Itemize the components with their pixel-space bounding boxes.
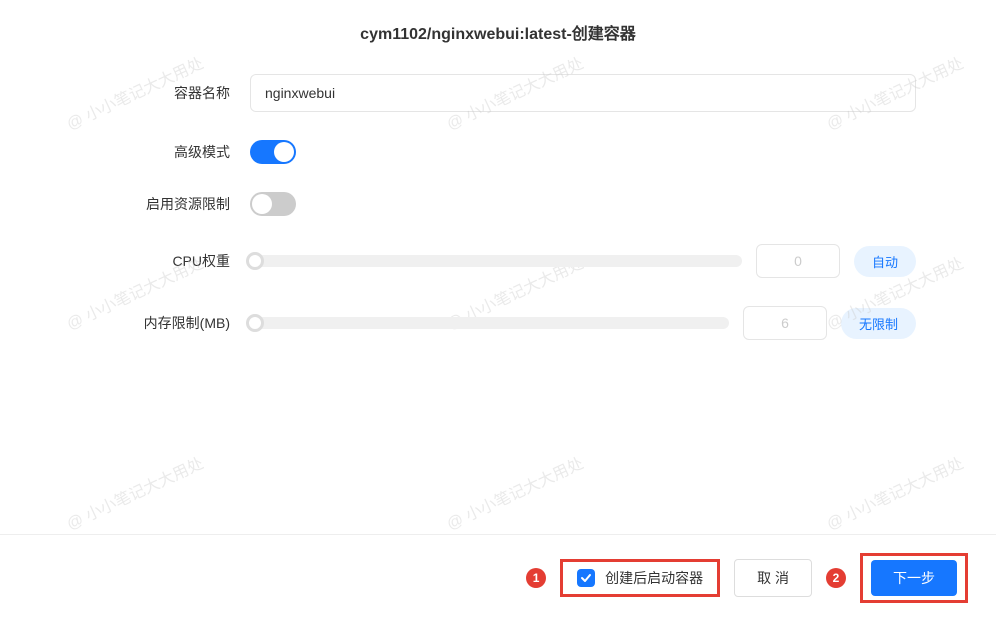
resource-limit-label: 启用资源限制: [80, 194, 250, 214]
memory-limit-slider[interactable]: [250, 317, 729, 329]
footer: 1 创建后启动容器 取 消 2 下一步: [0, 534, 996, 621]
advanced-mode-toggle[interactable]: [250, 140, 296, 164]
slider-handle[interactable]: [246, 314, 264, 332]
container-name-row: 容器名称: [80, 74, 916, 112]
toggle-knob: [252, 194, 272, 214]
next-button[interactable]: 下一步: [871, 560, 957, 596]
cpu-weight-slider[interactable]: [250, 255, 742, 267]
cancel-button[interactable]: 取 消: [734, 559, 812, 597]
check-icon: [580, 572, 592, 584]
memory-limit-label: 内存限制(MB): [80, 313, 250, 333]
resource-limit-toggle[interactable]: [250, 192, 296, 216]
resource-limit-row: 启用资源限制: [80, 192, 916, 216]
annotation-badge-2: 2: [826, 568, 846, 588]
form-container: 容器名称 高级模式 启用资源限制 CPU权重 0 自动: [0, 74, 996, 340]
slider-handle[interactable]: [246, 252, 264, 270]
container-name-input[interactable]: [250, 74, 916, 112]
cpu-weight-badge: 自动: [854, 246, 916, 277]
start-after-create-checkbox[interactable]: [577, 569, 595, 587]
toggle-knob: [274, 142, 294, 162]
watermark: @ 小小笔记大大用处: [822, 450, 967, 535]
cpu-weight-label: CPU权重: [80, 251, 250, 271]
memory-limit-badge: 无限制: [841, 308, 916, 339]
memory-limit-value[interactable]: 6: [743, 306, 827, 340]
start-after-create-group: 创建后启动容器: [560, 559, 720, 597]
watermark: @ 小小笔记大大用处: [62, 450, 207, 535]
watermark: @ 小小笔记大大用处: [442, 450, 587, 535]
advanced-mode-label: 高级模式: [80, 142, 250, 162]
advanced-mode-row: 高级模式: [80, 140, 916, 164]
container-name-label: 容器名称: [80, 83, 250, 103]
cpu-weight-value[interactable]: 0: [756, 244, 840, 278]
start-after-create-label: 创建后启动容器: [605, 568, 703, 588]
page-title: cym1102/nginxwebui:latest-创建容器: [0, 0, 996, 74]
memory-limit-row: 内存限制(MB) 6 无限制: [80, 306, 916, 340]
annotation-badge-1: 1: [526, 568, 546, 588]
next-button-highlight: 下一步: [860, 553, 968, 603]
cpu-weight-row: CPU权重 0 自动: [80, 244, 916, 278]
